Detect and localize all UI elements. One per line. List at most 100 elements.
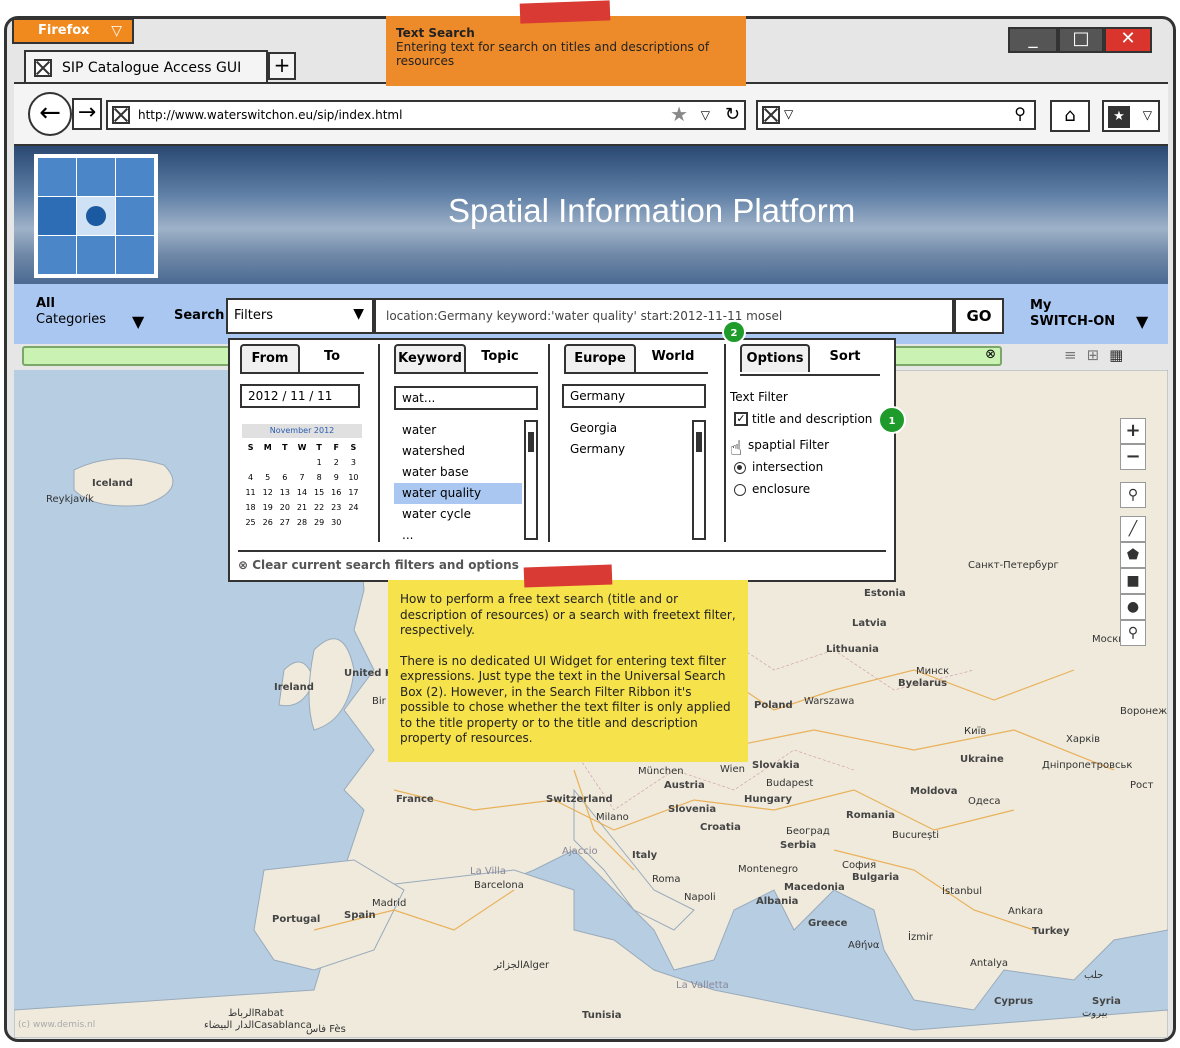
draw-polygon-icon[interactable]: ⬟ [1120,542,1146,568]
calendar-day[interactable]: 18 [242,500,259,515]
place-marker-icon[interactable]: ⚲ [1120,620,1146,646]
date-input[interactable]: 2012 / 11 / 11 [240,384,360,408]
my-label[interactable]: My [1030,298,1051,313]
categories-dropdown[interactable]: Categories [36,312,106,327]
browser-tab[interactable]: SIP Catalogue Access GUI [24,50,268,84]
enclosure-radio[interactable] [734,484,746,496]
zoom-out-button[interactable]: − [1120,444,1146,470]
calendar-day[interactable]: 16 [328,485,345,500]
calendar-day[interactable]: 8 [311,470,328,485]
calendar-day[interactable]: 29 [311,515,328,530]
categories-chevron-icon[interactable]: ▼ [132,312,144,331]
calendar-day[interactable]: 9 [328,470,345,485]
tab-options[interactable]: Options [740,344,810,372]
new-tab-button[interactable]: + [268,52,296,80]
calendar-day[interactable]: 25 [242,515,259,530]
tab-europe[interactable]: Europe [564,344,636,372]
title-description-label[interactable]: title and description [752,412,872,426]
calendar-day[interactable]: 15 [311,485,328,500]
calendar-day[interactable]: 30 [328,515,345,530]
calendar-day[interactable]: 1 [311,455,328,470]
calendar-day[interactable]: 20 [276,500,293,515]
draw-line-icon[interactable]: ╱ [1120,516,1146,542]
calendar-day[interactable]: 10 [345,470,362,485]
enclosure-label[interactable]: enclosure [752,482,810,496]
keyword-scrollbar[interactable] [524,420,538,540]
keyword-list-item[interactable]: water [394,420,522,441]
location-list-item[interactable]: Germany [562,439,688,460]
list-view-icon[interactable]: ≡ [1064,346,1087,364]
tab-world[interactable]: World [640,344,706,372]
tab-topic[interactable]: Topic [470,344,530,372]
calendar-day[interactable]: 5 [259,470,276,485]
calendar-day[interactable]: 7 [293,470,310,485]
tab-keyword[interactable]: Keyword [394,344,466,372]
keyword-list-item[interactable]: water base [394,462,522,483]
browser-search-input[interactable]: ▽ ⚲ [756,100,1036,130]
maximize-button[interactable]: □ [1058,27,1104,53]
my-switchon-chevron-icon[interactable]: ▼ [1136,312,1148,331]
clear-filters-link[interactable]: ⊗ Clear current search filters and optio… [238,558,519,572]
title-description-checkbox[interactable]: ✓ [734,412,748,426]
calendar-day[interactable]: 24 [345,500,362,515]
location-list[interactable]: Georgia Germany [562,418,688,460]
calendar-day[interactable]: 17 [345,485,362,500]
calendar-day[interactable]: 21 [293,500,310,515]
calendar-day[interactable]: 28 [293,515,310,530]
calendar-day[interactable]: 14 [293,485,310,500]
calendar-day[interactable]: 4 [242,470,259,485]
tab-to[interactable]: To [302,344,362,372]
location-list-item[interactable]: Georgia [562,418,688,439]
intersection-radio[interactable] [734,462,746,474]
calendar-day[interactable]: 19 [259,500,276,515]
calendar-day[interactable]: 6 [276,470,293,485]
universal-search-input[interactable]: location:Germany keyword:'water quality'… [374,298,954,334]
my-switchon-dropdown[interactable]: SWITCH-ON [1030,314,1115,329]
clear-filters-icon[interactable]: ⊗ [985,347,996,362]
forward-button[interactable]: → [72,98,102,130]
location-input[interactable]: Germany [562,384,706,408]
go-button[interactable]: GO [954,298,1004,334]
minimize-button[interactable]: _ [1008,27,1058,53]
categories-line1[interactable]: All [36,296,55,311]
grid-view-icon[interactable]: ⊞ [1087,346,1110,364]
bookmarks-button[interactable]: ★ ▽ [1102,100,1160,132]
bookmark-star-icon[interactable]: ★ [670,101,688,127]
location-scrollbar[interactable] [692,420,706,540]
history-dropdown-icon[interactable]: ▽ [701,102,710,128]
calendar-day[interactable]: 26 [259,515,276,530]
calendar-day[interactable]: 11 [242,485,259,500]
home-button[interactable]: ⌂ [1050,100,1090,132]
calendar-day[interactable]: 2 [328,455,345,470]
close-button[interactable]: ✕ [1104,27,1152,53]
map-view-icon[interactable]: ▦ [1109,346,1133,364]
site-logo[interactable] [34,154,158,278]
keyword-list-item[interactable]: water cycle [394,504,522,525]
intersection-label[interactable]: intersection [752,460,823,474]
calendar-day[interactable]: 27 [276,515,293,530]
calendar-day[interactable]: 22 [311,500,328,515]
calendar-day[interactable]: 23 [328,500,345,515]
tab-from[interactable]: From [240,344,300,372]
tab-sort[interactable]: Sort [814,344,876,372]
map-search-icon[interactable]: ⚲ [1120,482,1146,508]
reload-icon[interactable]: ↻ [725,102,740,128]
keyword-list-item[interactable]: ... [394,525,522,546]
view-toggle[interactable]: ≡⊞▦ [1064,346,1133,364]
calendar-day[interactable]: 13 [276,485,293,500]
keyword-list[interactable]: water watershed water base water quality wat… [394,420,522,546]
keyword-list-item[interactable]: water quality [394,483,522,504]
keyword-list-item[interactable]: watershed [394,441,522,462]
zoom-in-button[interactable]: + [1120,418,1146,444]
calendar-day[interactable]: 3 [345,455,362,470]
address-bar[interactable]: http://www.waterswitchon.eu/sip/index.ht… [106,100,746,130]
keyword-input[interactable]: wat... [394,386,538,410]
back-button[interactable]: ← [28,92,72,136]
firefox-menu-button[interactable]: Firefox ▽ [12,18,134,44]
search-icon[interactable]: ⚲ [1014,104,1026,123]
search-engine-dropdown-icon[interactable]: ▽ [784,107,793,121]
draw-rectangle-icon[interactable]: ■ [1120,568,1146,594]
filters-dropdown[interactable]: Filters ▼ [226,298,374,334]
calendar-grid[interactable]: S M T W T F S 1 2 3 4 5 6 7 8 9 10 11 12 13 14 15 16 17 18 19 20 21… [242,440,362,530]
draw-circle-icon[interactable]: ● [1120,594,1146,620]
